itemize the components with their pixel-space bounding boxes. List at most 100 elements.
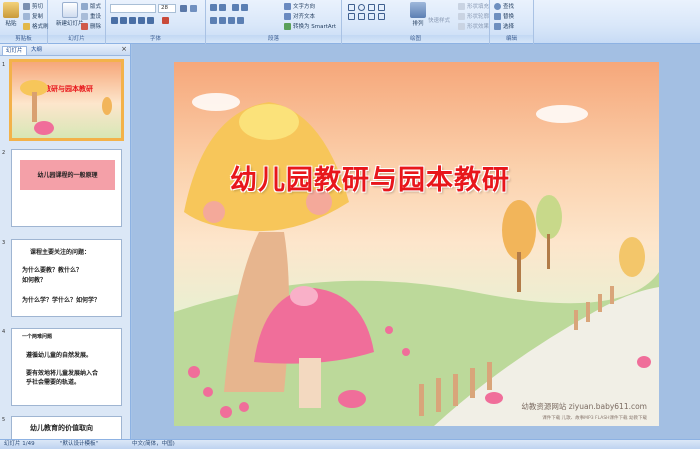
- shape-line-icon[interactable]: [368, 4, 375, 11]
- slide-number: 5: [2, 417, 6, 423]
- underline-icon[interactable]: [129, 17, 136, 24]
- replace-button[interactable]: 替换: [494, 12, 514, 20]
- slide-thumbnail-5[interactable]: 幼儿教育的价值取向: [11, 416, 122, 439]
- justify-icon[interactable]: [237, 17, 244, 24]
- smartart-button[interactable]: 转换为 SmartArt: [284, 22, 336, 30]
- pane-tabs: 幻灯片 大纲 ×: [0, 44, 130, 56]
- close-icon[interactable]: ×: [121, 45, 127, 53]
- slide-title[interactable]: 幼儿园教研与园本教研: [230, 158, 510, 197]
- font-group: 28 字体: [106, 0, 206, 44]
- slide-number: 4: [2, 329, 6, 335]
- thumbnail-illustration: [20, 80, 112, 135]
- slides-pane: 幻灯片 大纲 × 1 幼儿园教研与园本教研 2 幼儿园课程的一般原理 3 课程主…: [0, 44, 131, 439]
- font-name-combo[interactable]: [110, 4, 156, 13]
- font-size-combo[interactable]: 28: [158, 4, 176, 13]
- shape-outline-button[interactable]: 形状轮廓: [458, 12, 489, 20]
- thumbnail-line: 要有效地将儿童发展纳入合: [26, 370, 99, 377]
- align-left-icon[interactable]: [210, 17, 217, 24]
- slide-thumbnail-1[interactable]: 幼儿园教研与园本教研: [9, 59, 124, 141]
- shape-fill-button[interactable]: 形状填充: [458, 2, 489, 10]
- arrange-button[interactable]: 排列: [410, 2, 426, 27]
- smartart-icon: [284, 22, 291, 30]
- decrease-indent-icon[interactable]: [232, 4, 239, 11]
- shape-triangle-icon[interactable]: [348, 13, 355, 20]
- clipboard-group: 粘贴 剪切 复制 格式刷 剪贴板: [0, 0, 49, 44]
- new-slide-icon: [61, 2, 78, 18]
- italic-icon[interactable]: [120, 17, 127, 24]
- font-group-label: 字体: [106, 35, 205, 43]
- tab-slides[interactable]: 幻灯片: [2, 46, 27, 55]
- language-indicator[interactable]: 中文(简体，中国): [132, 440, 175, 449]
- clipboard-group-label: 剪贴板: [0, 35, 47, 43]
- tab-outline[interactable]: 大纲: [28, 46, 45, 55]
- align-text-button[interactable]: 对齐文本: [284, 12, 315, 20]
- slide-editor: 幼儿园教研与园本教研 幼教资源网站 ziyuan.baby611.com 课件下…: [132, 44, 700, 439]
- thumbnail-line: 幼儿园课程的一般原理: [37, 171, 98, 179]
- shape-arrow-icon[interactable]: [378, 4, 385, 11]
- shrink-font-icon[interactable]: [190, 5, 197, 12]
- outline-icon: [458, 12, 465, 20]
- slide-thumbnail-3[interactable]: 课程主要关注的问题： 为什么要教？教什么？ 如何教？ 为什么学？学什么？如何学？: [11, 239, 122, 317]
- editing-group: 查找 替换 选择 编辑: [490, 0, 534, 44]
- bold-icon[interactable]: [111, 17, 118, 24]
- layout-button[interactable]: 版式: [81, 2, 101, 10]
- paste-button[interactable]: 粘贴: [3, 2, 19, 27]
- reset-icon: [81, 12, 88, 20]
- brush-icon: [23, 22, 30, 30]
- thumbnail-line: 幼儿教育的价值取向: [30, 423, 93, 432]
- select-button[interactable]: 选择: [494, 22, 514, 30]
- drawing-group-label: 绘图: [342, 35, 489, 43]
- find-icon: [494, 2, 501, 10]
- slide-thumbnail-4[interactable]: 一个两难问题 遵循幼儿童的自然发展。 要有效地将儿童发展纳入合 乎社会需要的轨道…: [11, 328, 122, 406]
- cut-button[interactable]: 剪切: [23, 2, 43, 10]
- shape-oval-icon[interactable]: [358, 4, 365, 11]
- slides-group-label: 幻灯片: [48, 35, 105, 43]
- align-right-icon[interactable]: [228, 17, 235, 24]
- numbering-icon[interactable]: [219, 4, 226, 11]
- select-icon: [494, 22, 501, 30]
- watermark-subtext: 课件下载 儿歌、故事MP3 FLASH课件下载 幼教下载: [542, 416, 647, 421]
- slide-number: 3: [2, 240, 6, 246]
- paste-icon: [3, 2, 19, 18]
- paragraph-group: 文字方向 对齐文本 转换为 SmartArt 段落: [206, 0, 342, 44]
- slide-illustration: [174, 93, 659, 426]
- thumbnail-text-box: 幼儿园课程的一般原理: [20, 160, 115, 190]
- shadow-icon[interactable]: [147, 17, 154, 24]
- copy-icon: [23, 12, 30, 20]
- shape-brace-icon[interactable]: [378, 13, 385, 20]
- copy-button[interactable]: 复制: [23, 12, 43, 20]
- slide-number: 2: [2, 150, 6, 156]
- shape-effects-button[interactable]: 形状效果: [458, 22, 489, 30]
- find-button[interactable]: 查找: [494, 2, 514, 10]
- delete-slide-button[interactable]: 删除: [81, 22, 101, 30]
- align-center-icon[interactable]: [219, 17, 226, 24]
- increase-indent-icon[interactable]: [241, 4, 248, 11]
- layout-icon: [81, 2, 88, 10]
- reset-button[interactable]: 重设: [81, 12, 101, 20]
- slide-thumbnail-2[interactable]: 幼儿园课程的一般原理: [11, 149, 122, 227]
- bullets-icon[interactable]: [210, 4, 217, 11]
- font-color-icon[interactable]: [162, 17, 169, 24]
- thumbnail-line: 一个两难问题: [22, 334, 53, 340]
- strikethrough-icon[interactable]: [138, 17, 145, 24]
- thumbnail-line: 乎社会需要的轨道。: [26, 379, 81, 386]
- paragraph-group-label: 段落: [206, 35, 341, 43]
- shape-star-icon[interactable]: [358, 13, 365, 20]
- drawing-group: 排列 快速样式 形状填充 形状轮廓 形状效果 绘图: [342, 0, 490, 44]
- text-direction-icon: [284, 2, 291, 10]
- format-painter-button[interactable]: 格式刷: [23, 22, 49, 30]
- text-direction-button[interactable]: 文字方向: [284, 2, 315, 10]
- shape-callout-icon[interactable]: [368, 13, 375, 20]
- status-bar: 幻灯片 1/49 "默认设计模板" 中文(简体，中国): [0, 439, 700, 449]
- shape-rectangle-icon[interactable]: [348, 4, 355, 11]
- thumbnail-line: 课程主要关注的问题：: [30, 249, 91, 256]
- thumbnail-line: 如何教？: [22, 277, 47, 284]
- quick-styles-button[interactable]: 快速样式: [428, 16, 450, 24]
- grow-font-icon[interactable]: [180, 5, 187, 12]
- thumbnail-line: 遵循幼儿童的自然发展。: [26, 352, 93, 359]
- arrange-icon: [410, 2, 426, 18]
- main-slide[interactable]: 幼儿园教研与园本教研 幼教资源网站 ziyuan.baby611.com 课件下…: [174, 62, 659, 426]
- delete-icon: [81, 22, 88, 30]
- scissors-icon: [23, 2, 30, 10]
- new-slide-button[interactable]: 新建幻灯片: [56, 2, 84, 27]
